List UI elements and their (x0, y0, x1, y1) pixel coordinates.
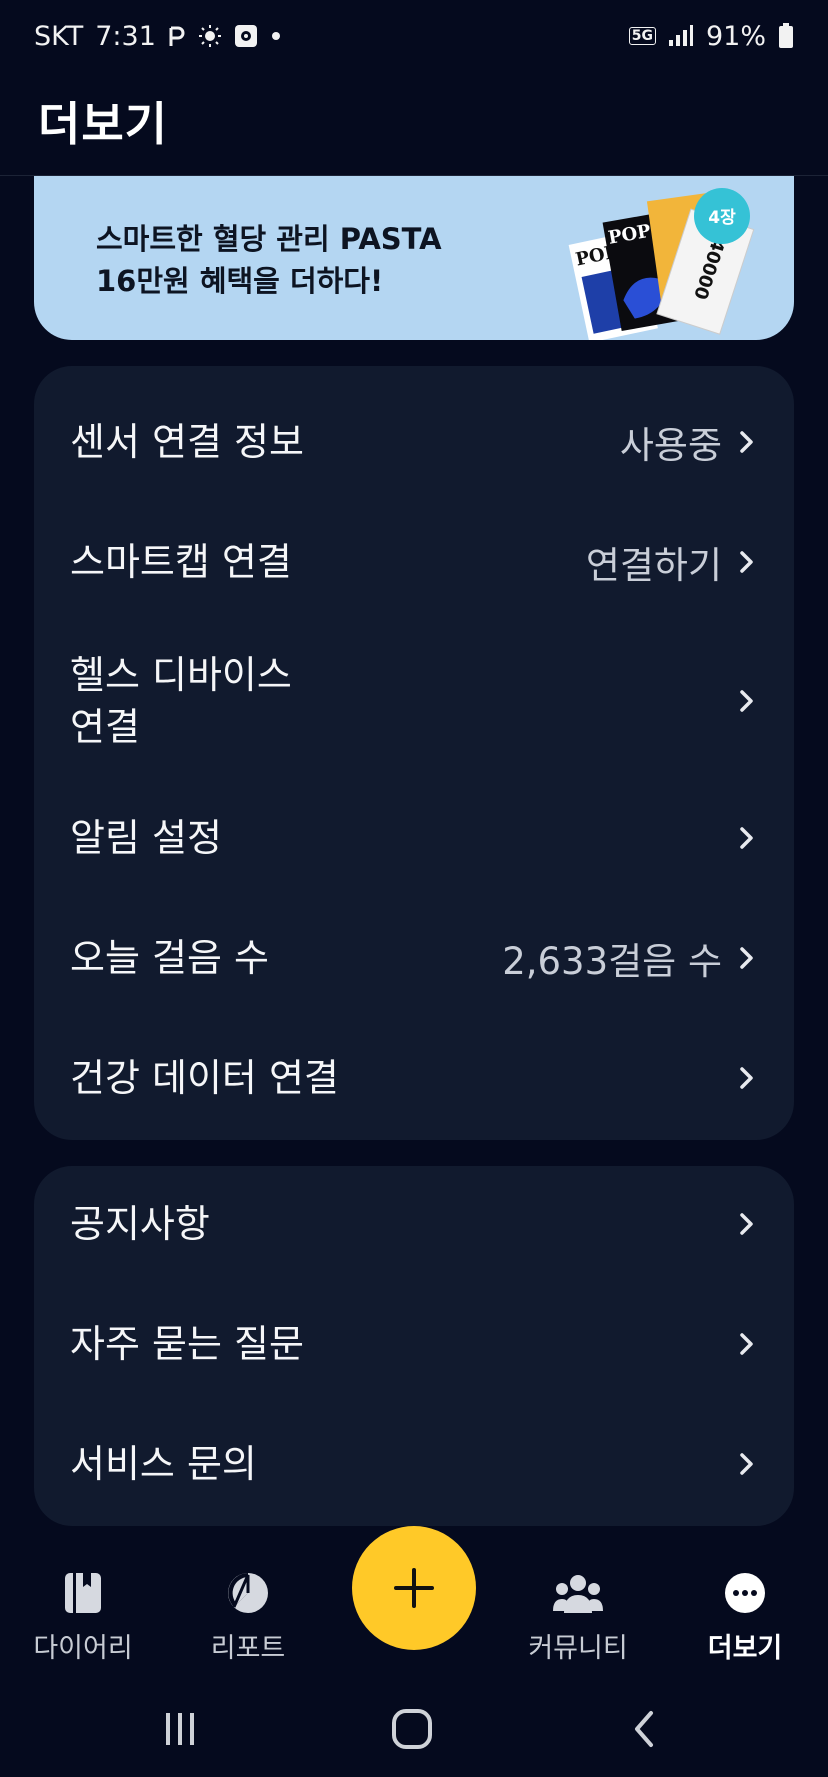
camera-app-icon (234, 24, 258, 48)
nav-label: 더보기 (707, 1633, 783, 1664)
row-label: 헬스 디바이스 연결 (70, 653, 292, 749)
chevron-right-icon (736, 684, 758, 718)
nav-more[interactable]: 더보기 (665, 1568, 825, 1665)
diary-icon (3, 1568, 163, 1618)
battery-percent: 91% (705, 20, 766, 52)
row-right (736, 1061, 758, 1095)
row-today-steps[interactable]: 오늘 걸음 수 2,633걸음 수 (34, 910, 794, 1006)
promo-banner[interactable]: 스마트한 혈당 관리 PASTA 16만원 혜택을 더하다! POP POP 4… (34, 176, 794, 340)
page-title: 더보기 (38, 97, 168, 151)
row-notices[interactable]: 공지사항 (34, 1176, 794, 1272)
banner-line-2: 16만원 혜택을 더하다! (96, 264, 384, 298)
nav-label: 리포트 (210, 1633, 286, 1664)
status-right: 5G 91% (628, 20, 794, 52)
row-faq[interactable]: 자주 묻는 질문 (34, 1296, 794, 1392)
row-notification-settings[interactable]: 알림 설정 (34, 790, 794, 886)
row-right (736, 684, 758, 718)
chevron-right-icon (736, 545, 758, 579)
row-right: 사용중 (620, 415, 758, 469)
nav-label: 다이어리 (33, 1633, 133, 1664)
row-value: 사용중 (619, 424, 722, 467)
banner-line-1: 스마트한 혈당 관리 PASTA (96, 222, 442, 256)
row-label: 서비스 문의 (70, 1442, 257, 1486)
nav-report[interactable]: 리포트 (168, 1568, 328, 1665)
chevron-right-icon (736, 941, 758, 975)
row-service-inquiry[interactable]: 서비스 문의 (34, 1416, 794, 1512)
recent-apps-button[interactable] (150, 1706, 210, 1752)
row-right (736, 821, 758, 855)
row-value: 연결하기 (585, 544, 722, 587)
banner-text: 스마트한 혈당 관리 PASTA 16만원 혜택을 더하다! (96, 218, 442, 302)
status-left: SKT 7:31 (34, 21, 282, 52)
more-icon (665, 1568, 825, 1618)
back-button[interactable] (614, 1706, 674, 1752)
battery-icon (778, 23, 794, 49)
badge-count: 4장 (708, 208, 736, 228)
row-label: 오늘 걸음 수 (70, 936, 269, 980)
community-icon (498, 1568, 658, 1618)
header: 더보기 (0, 72, 828, 176)
home-icon (392, 1709, 432, 1749)
row-label: 스마트캡 연결 (70, 540, 292, 584)
row-label: 알림 설정 (70, 816, 222, 860)
status-bar: SKT 7:31 5G 91% (0, 0, 828, 72)
settings-card: 센서 연결 정보 사용중 스마트캡 연결 연결하기 헬스 디바이스 연결 알림 … (34, 366, 794, 1140)
system-nav-bar (0, 1680, 828, 1777)
back-icon (635, 1711, 653, 1747)
home-button[interactable] (382, 1706, 442, 1752)
row-label: 센서 연결 정보 (70, 420, 304, 464)
chevron-right-icon (736, 1061, 758, 1095)
nav-community[interactable]: 커뮤니티 (498, 1568, 658, 1665)
row-health-device[interactable]: 헬스 디바이스 연결 (34, 634, 794, 768)
chevron-right-icon (736, 425, 758, 459)
chevron-right-icon (736, 821, 758, 855)
row-health-data[interactable]: 건강 데이터 연결 (34, 1030, 794, 1126)
chevron-right-icon (736, 1207, 758, 1241)
row-right: 연결하기 (586, 535, 758, 589)
report-icon (168, 1568, 328, 1618)
row-label: 건강 데이터 연결 (70, 1056, 339, 1100)
clock: 7:31 (95, 20, 156, 52)
signal-icon (668, 24, 694, 48)
network-label: 5G (628, 27, 656, 45)
nav-diary[interactable]: 다이어리 (3, 1568, 163, 1665)
chevron-right-icon (736, 1327, 758, 1361)
row-value: 2,633걸음 수 (502, 940, 722, 983)
support-card: 공지사항 자주 묻는 질문 서비스 문의 (34, 1166, 794, 1526)
chevron-right-icon (736, 1447, 758, 1481)
carrier-label: SKT (34, 20, 84, 52)
row-right: 2,633걸음 수 (502, 931, 758, 985)
add-button[interactable] (352, 1526, 476, 1650)
recent-apps-icon (166, 1713, 194, 1745)
p-icon (168, 24, 186, 48)
row-label: 공지사항 (70, 1202, 210, 1246)
row-smartcap-connection[interactable]: 스마트캡 연결 연결하기 (34, 514, 794, 610)
plus-icon (394, 1568, 434, 1608)
row-label: 자주 묻는 질문 (70, 1322, 304, 1366)
row-sensor-connection[interactable]: 센서 연결 정보 사용중 (34, 394, 794, 490)
banner-illustration: POP POP 40000 4장 (568, 188, 755, 340)
sun-icon (198, 24, 222, 48)
dot-icon (270, 30, 282, 42)
nav-label: 커뮤니티 (528, 1633, 628, 1664)
